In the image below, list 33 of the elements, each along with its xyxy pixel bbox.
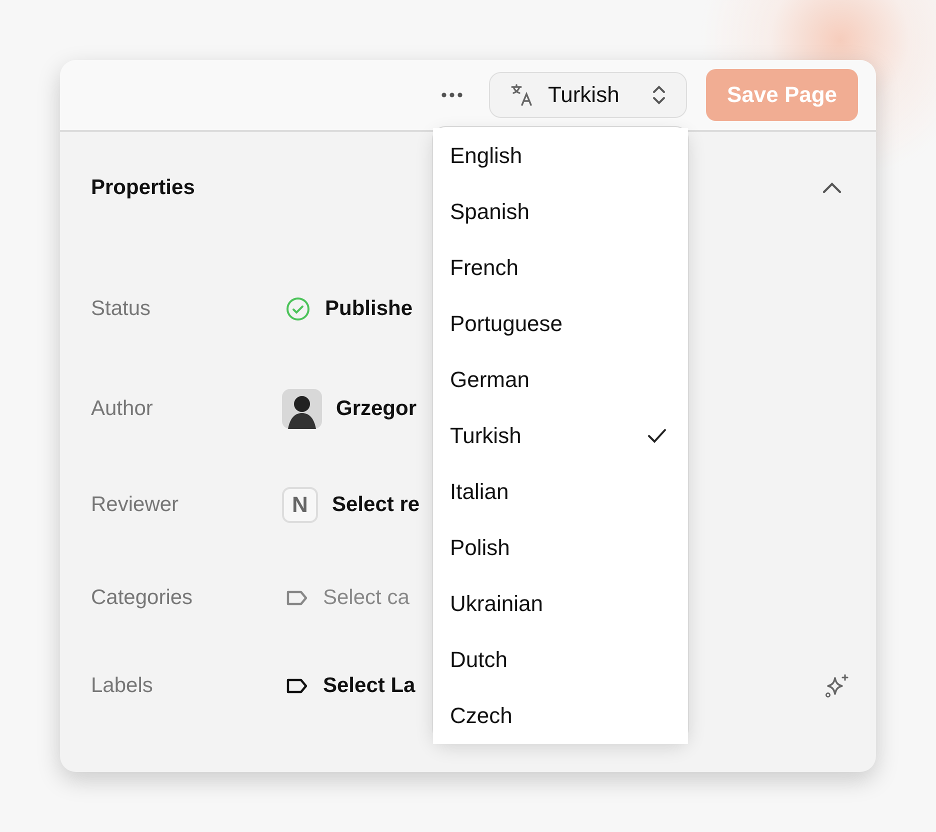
property-value[interactable]: Select La — [323, 674, 416, 698]
language-option[interactable]: Italian — [433, 464, 688, 520]
property-label: Categories — [91, 586, 194, 610]
language-option[interactable]: German — [433, 352, 688, 408]
avatar — [282, 389, 322, 429]
chevron-up-icon[interactable] — [822, 182, 842, 194]
language-option[interactable]: Polish — [433, 520, 688, 576]
property-label: Labels — [91, 674, 154, 698]
sparkle-icon[interactable] — [824, 673, 850, 699]
tag-icon — [285, 678, 309, 694]
language-option[interactable]: English — [433, 128, 688, 184]
language-selector[interactable]: Turkish — [489, 72, 687, 118]
language-option[interactable]: Ukrainian — [433, 576, 688, 632]
language-option[interactable]: Turkish — [433, 408, 688, 464]
section-title: Properties — [91, 176, 195, 200]
language-option[interactable]: Spanish — [433, 184, 688, 240]
language-option[interactable]: Dutch — [433, 632, 688, 688]
property-value[interactable]: Grzegor — [336, 397, 417, 421]
check-circle-icon — [285, 296, 311, 322]
property-label: Reviewer — [91, 493, 180, 517]
language-option[interactable]: Czech — [433, 688, 688, 744]
property-label: Status — [91, 297, 152, 321]
property-value[interactable]: Select re — [332, 493, 420, 517]
translate-icon — [510, 83, 534, 107]
reviewer-initial: N — [282, 487, 318, 523]
language-option[interactable]: Portuguese — [433, 296, 688, 352]
property-label: Author — [91, 397, 154, 421]
property-value[interactable]: Publishe — [325, 297, 413, 321]
chevron-up-down-icon — [652, 84, 666, 106]
language-option[interactable]: French — [433, 240, 688, 296]
tag-icon — [285, 590, 309, 606]
checkmark-icon — [647, 428, 667, 444]
more-icon[interactable] — [441, 92, 463, 98]
